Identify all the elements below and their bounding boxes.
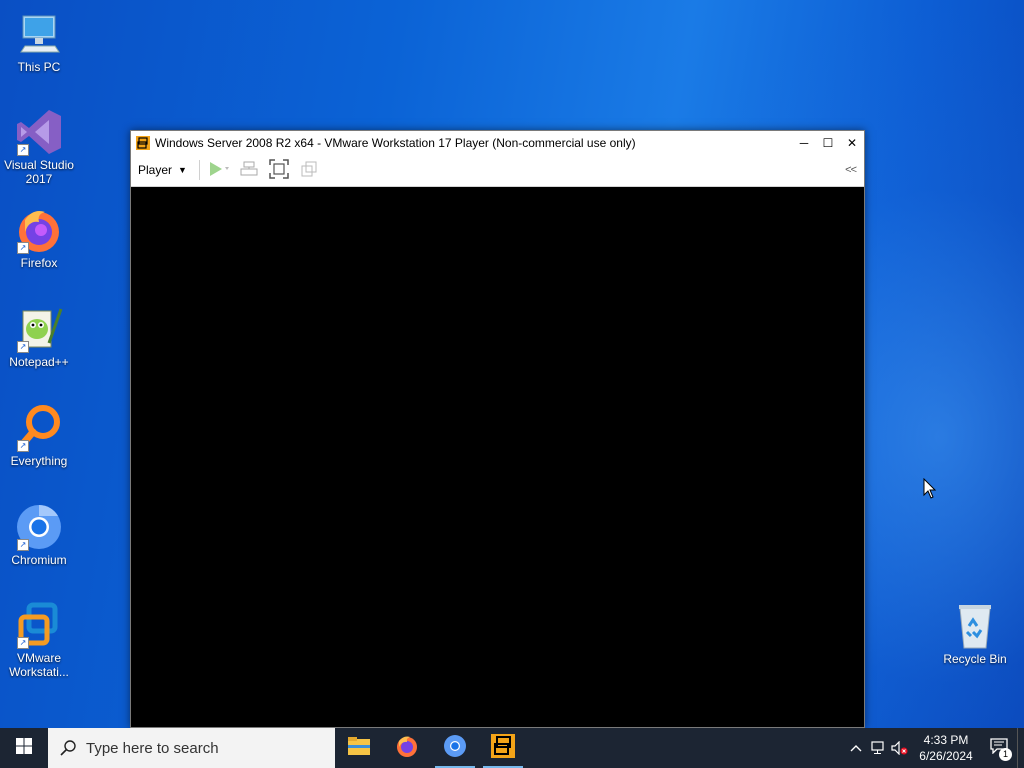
power-on-button[interactable]	[206, 157, 232, 183]
desktop-icon-vmware[interactable]: ↗ VMware Workstati...	[1, 601, 77, 679]
shortcut-arrow-icon: ↗	[17, 539, 29, 551]
chromium-icon	[443, 734, 467, 763]
mouse-cursor-icon	[923, 477, 937, 500]
vmware-icon: ↗	[15, 601, 63, 649]
taskbar-chromium[interactable]	[431, 728, 479, 768]
network-icon[interactable]	[867, 728, 889, 768]
player-menu-button[interactable]: Player ▼	[131, 157, 193, 183]
desktop-icon-notepadpp[interactable]: ↗ Notepad++	[1, 305, 77, 369]
system-tray: 4:33 PM 6/26/2024 1	[845, 728, 1024, 768]
desktop-icon-label: Recycle Bin	[943, 652, 1007, 666]
close-button[interactable]: ✕	[840, 131, 864, 154]
everything-search-icon: ↗	[15, 404, 63, 452]
player-toolbar: Player ▼ <<	[131, 154, 864, 187]
notepadpp-icon: ↗	[15, 305, 63, 353]
desktop-icon-label: Firefox	[20, 256, 58, 270]
search-placeholder: Type here to search	[86, 739, 219, 757]
vmware-player-window[interactable]: Windows Server 2008 R2 x64 - VMware Work…	[130, 130, 865, 728]
full-screen-button[interactable]	[266, 157, 292, 183]
shortcut-arrow-icon: ↗	[17, 341, 29, 353]
file-explorer-icon	[347, 736, 371, 761]
minimize-button[interactable]: ─	[792, 131, 816, 154]
desktop-icon-everything[interactable]: ↗ Everything	[1, 404, 77, 468]
desktop-icon-label: This PC	[17, 60, 61, 74]
clock-time: 4:33 PM	[923, 733, 969, 747]
chevron-down-icon: ▼	[178, 165, 187, 175]
desktop-icon-label: Notepad++	[9, 355, 69, 369]
window-title: Windows Server 2008 R2 x64 - VMware Work…	[155, 135, 636, 150]
desktop-icon-visual-studio[interactable]: ↗ Visual Studio 2017	[1, 108, 77, 186]
desktop-icon-this-pc[interactable]: This PC	[1, 10, 77, 74]
taskbar-clock[interactable]: 4:33 PM 6/26/2024	[911, 732, 981, 764]
taskbar-firefox[interactable]	[383, 728, 431, 768]
vm-display[interactable]	[131, 187, 864, 727]
volume-muted-icon[interactable]	[889, 728, 911, 768]
collapse-library-button[interactable]: <<	[845, 164, 857, 176]
unity-mode-button[interactable]	[296, 157, 322, 183]
search-icon	[60, 740, 76, 756]
start-button[interactable]	[0, 728, 48, 768]
vmware-icon	[490, 733, 516, 764]
chevron-up-icon[interactable]	[845, 728, 867, 768]
unity-icon	[300, 160, 318, 181]
desktop-icon-label: Visual Studio 2017	[4, 158, 74, 186]
taskbar-file-explorer[interactable]	[335, 728, 383, 768]
send-ctrl-alt-del-button[interactable]	[236, 157, 262, 183]
visual-studio-icon: ↗	[15, 108, 63, 156]
desktop-icon-label: Everything	[10, 454, 68, 468]
show-desktop-button[interactable]	[1017, 728, 1024, 768]
computer-icon	[15, 10, 63, 58]
notification-count-badge: 1	[999, 748, 1012, 761]
desktop-icon-recycle-bin[interactable]: Recycle Bin	[937, 602, 1013, 666]
chromium-icon: ↗	[15, 503, 63, 551]
taskbar-search-box[interactable]: Type here to search	[48, 728, 335, 768]
recycle-bin-icon	[951, 602, 999, 650]
desktop-icon-firefox[interactable]: ↗ Firefox	[1, 206, 77, 270]
vmware-icon	[135, 135, 151, 151]
desktop-icon-label: VMware Workstati...	[9, 651, 69, 679]
shortcut-arrow-icon: ↗	[17, 144, 29, 156]
maximize-button[interactable]: ☐	[816, 131, 840, 154]
shortcut-arrow-icon: ↗	[17, 440, 29, 452]
firefox-icon	[395, 734, 419, 763]
taskbar-vmware[interactable]	[479, 728, 527, 768]
firefox-icon: ↗	[15, 206, 63, 254]
taskbar: Type here to search 4:33 PM 6/26/2024 1	[0, 728, 1024, 768]
play-icon	[208, 161, 230, 180]
desktop-icon-chromium[interactable]: ↗ Chromium	[1, 503, 77, 567]
desktop-icon-label: Chromium	[11, 553, 67, 567]
full-screen-icon	[269, 158, 289, 182]
shortcut-arrow-icon: ↗	[17, 637, 29, 649]
action-center-button[interactable]: 1	[981, 728, 1017, 768]
clock-date: 6/26/2024	[919, 749, 973, 763]
ctrl-alt-del-icon	[240, 160, 258, 181]
windows-logo-icon	[16, 737, 32, 759]
shortcut-arrow-icon: ↗	[17, 242, 29, 254]
toolbar-divider	[198, 160, 200, 180]
player-menu-label: Player	[138, 163, 173, 177]
window-titlebar[interactable]: Windows Server 2008 R2 x64 - VMware Work…	[131, 131, 864, 154]
